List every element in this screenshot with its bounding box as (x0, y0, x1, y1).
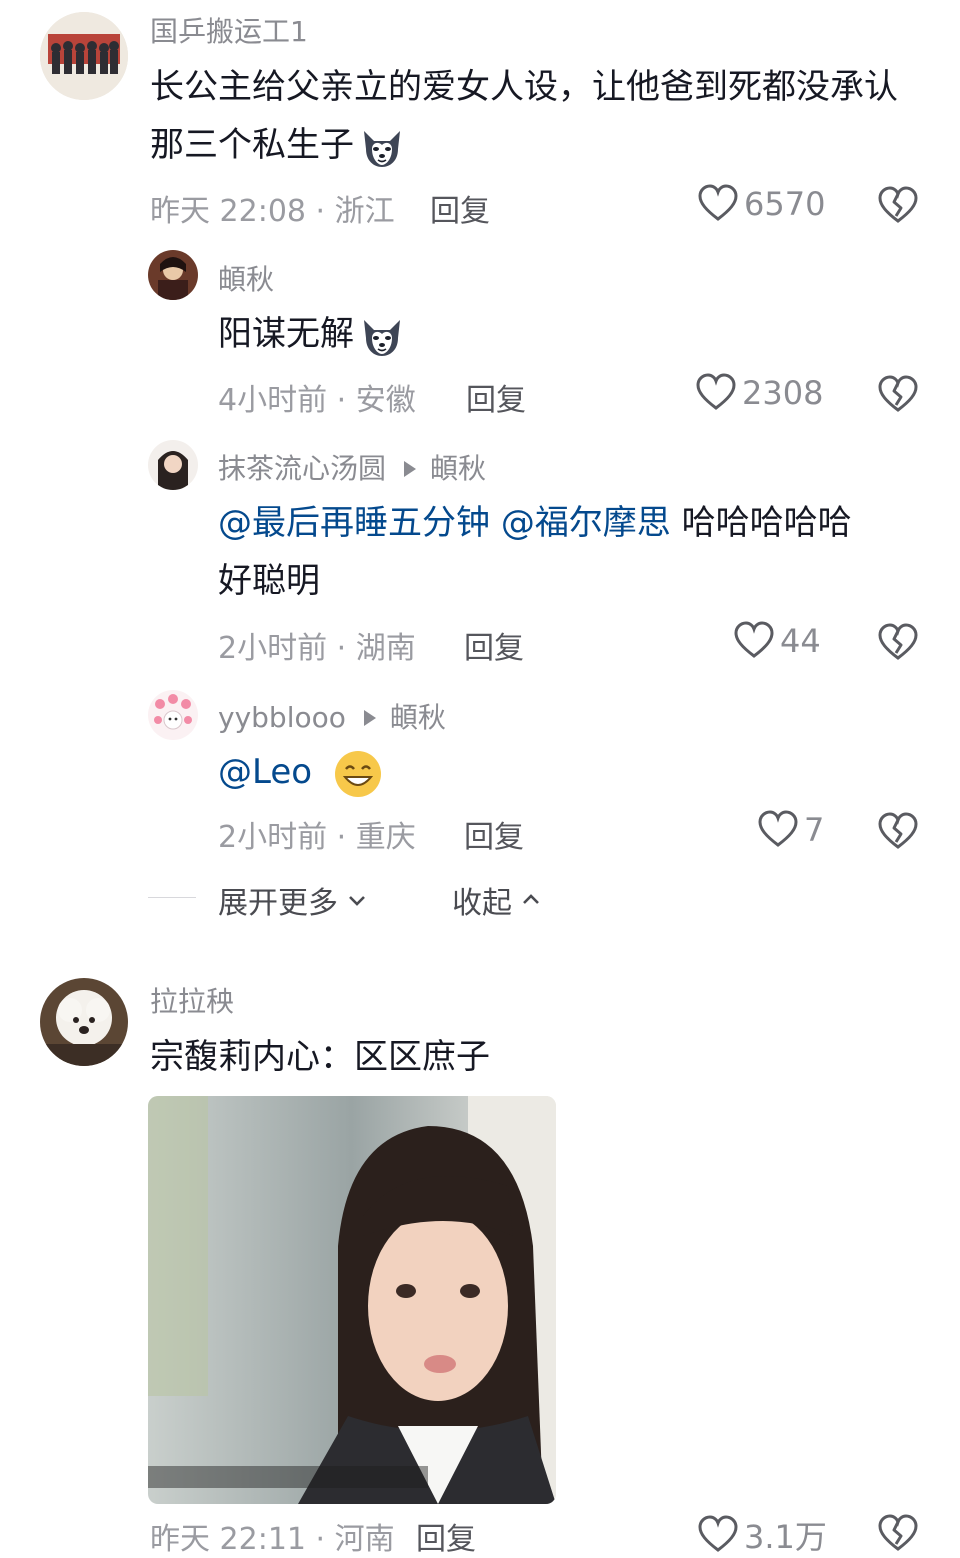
reply-arrow-icon (404, 461, 417, 477)
comment-meta: 昨天 22:11 · 河南 (150, 1522, 395, 1557)
avatar[interactable] (148, 440, 198, 490)
husky-emoji-icon (358, 312, 406, 360)
username[interactable]: 拉拉秧 (150, 980, 234, 1020)
expand-more-label: 展开更多 (218, 886, 338, 921)
reply-button[interactable]: 回复 (464, 812, 524, 856)
like-button[interactable]: 2308 (696, 373, 823, 413)
avatar[interactable] (40, 12, 128, 100)
reply-button[interactable]: 回复 (416, 1514, 476, 1558)
reply-text: 阳谋无解 (218, 305, 406, 363)
reply-to-username[interactable]: 頔秋 (390, 701, 446, 734)
heart-icon (698, 1515, 738, 1555)
heart-icon (698, 184, 738, 224)
comment-meta: 昨天 22:08 · 浙江 (150, 194, 395, 229)
divider (148, 897, 196, 898)
chevron-down-icon (349, 896, 365, 906)
reply-meta: 2小时前 · 湖南 (218, 631, 416, 666)
like-button[interactable]: 7 (758, 810, 824, 850)
like-button[interactable]: 3.1万 (698, 1512, 827, 1558)
like-count: 7 (804, 811, 825, 849)
dislike-icon[interactable] (878, 375, 918, 415)
reply-button[interactable]: 回复 (464, 623, 524, 667)
reply-text-content: 好聪明 (218, 561, 320, 601)
comment-text: 长公主给父亲立的爱女人设，让他爸到死都没承认那三个私生子 (150, 58, 920, 174)
like-count: 2308 (742, 374, 824, 412)
username-row: yybblooo 頔秋 (218, 696, 446, 736)
username[interactable]: 国乒搬运工1 (150, 10, 308, 50)
collapse-label: 收起 (452, 886, 512, 921)
mention-link[interactable]: @Leo (218, 752, 312, 792)
grin-emoji-icon (334, 750, 381, 797)
reply-button[interactable]: 回复 (430, 186, 490, 230)
mention-link[interactable]: @福尔摩思 (501, 503, 671, 543)
expand-more-button[interactable]: 展开更多 (218, 878, 368, 922)
dislike-icon[interactable] (878, 186, 918, 226)
dislike-icon[interactable] (878, 1514, 918, 1554)
comment-text-content: 长公主给父亲立的爱女人设，让他爸到死都没承认那三个私生子 (150, 67, 898, 165)
avatar[interactable] (148, 250, 198, 300)
husky-emoji-icon (358, 123, 406, 171)
reply-meta: 4小时前 · 安徽 (218, 383, 416, 418)
reply-text-content: 哈哈哈哈哈 (681, 503, 852, 543)
reply-text-content: 阳谋无解 (218, 314, 354, 354)
dislike-icon[interactable] (878, 623, 918, 663)
comment-image[interactable] (148, 1096, 556, 1504)
username-row: 抹茶流心汤圆 頔秋 (218, 447, 486, 487)
reply-meta: 2小时前 · 重庆 (218, 820, 416, 855)
mention-link[interactable]: @最后再睡五分钟 (218, 503, 490, 543)
comment-text: 宗馥莉内心：区区庶子 (150, 1037, 490, 1077)
collapse-button[interactable]: 收起 (452, 878, 542, 922)
heart-icon (696, 373, 736, 413)
heart-icon (758, 810, 798, 850)
avatar[interactable] (40, 978, 128, 1066)
heart-icon (734, 621, 774, 661)
reply-to-username[interactable]: 頔秋 (430, 452, 486, 485)
chevron-up-icon (523, 894, 539, 904)
username[interactable]: 頔秋 (218, 258, 274, 298)
reply-text: @最后再睡五分钟 @福尔摩思 哈哈哈哈哈 好聪明 (218, 494, 918, 610)
like-count: 6570 (744, 185, 826, 223)
reply-text: @Leo (218, 743, 383, 801)
like-button[interactable]: 44 (734, 621, 821, 661)
like-count: 3.1万 (744, 1518, 827, 1556)
like-count: 44 (780, 622, 821, 660)
like-button[interactable]: 6570 (698, 184, 825, 224)
username[interactable]: yybblooo (218, 701, 346, 734)
username[interactable]: 抹茶流心汤圆 (218, 452, 386, 485)
dislike-icon[interactable] (878, 812, 918, 852)
reply-arrow-icon (363, 710, 376, 726)
reply-button[interactable]: 回复 (466, 375, 526, 419)
avatar[interactable] (148, 690, 198, 740)
